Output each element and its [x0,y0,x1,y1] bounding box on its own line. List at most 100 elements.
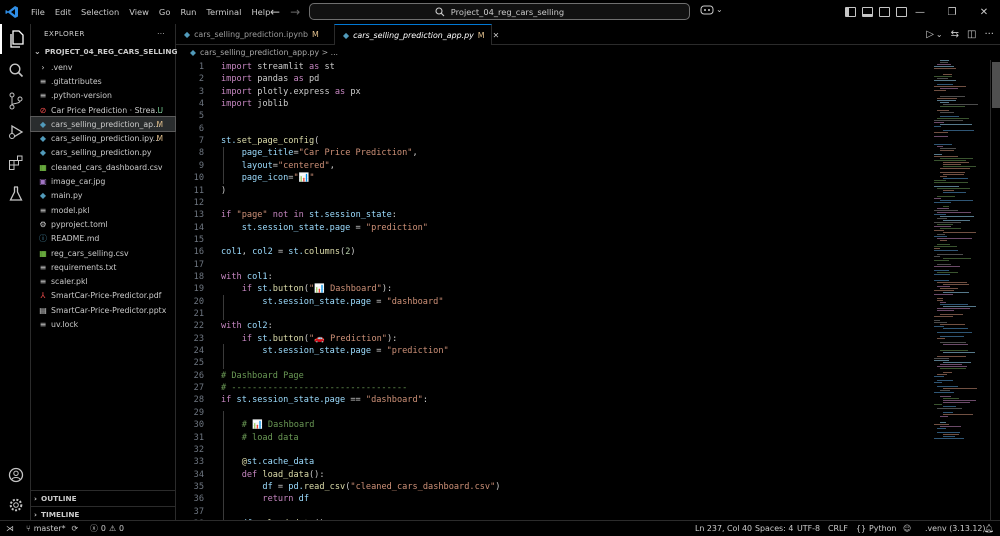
testing-flask-icon[interactable] [0,179,31,209]
minimap-line [937,188,970,189]
minimap-line [937,234,945,235]
file-item[interactable]: ▦ cleaned_cars_dashboard.csv [31,160,175,174]
line-number: 33 [193,457,204,468]
modified-badge: M [312,30,319,39]
search-activity-icon[interactable] [0,55,31,85]
toggle-secondary-sidebar-icon[interactable] [879,7,890,17]
timeline-section[interactable]: › TIMELINE [31,506,176,521]
file-name: Car Price Prediction · Strea... [51,105,163,115]
minimap-line [937,338,945,339]
minimap-line [940,102,949,103]
back-arrow-icon[interactable]: ← [270,5,280,19]
line-endings[interactable]: CRLF [828,521,848,536]
chevron-down-icon[interactable]: ⌄ [936,30,943,39]
scrollbar-thumb[interactable] [992,62,1000,108]
minimap[interactable] [930,60,990,520]
run-file-icon[interactable]: ▷ [926,29,934,40]
project-folder-header[interactable]: ⌄ PROJECT_04_REG_CARS_SELLING [31,44,177,60]
code-text: # 📊 Dashboard [221,419,315,431]
file-item[interactable]: ▤ SmartCar-Price-Predictor.pptx [31,303,175,317]
command-center-search[interactable]: Project_04_reg_cars_selling [309,3,690,20]
minimize-icon[interactable]: — [904,0,936,24]
file-name: scaler.pkl [51,277,88,287]
code-token: ): [381,284,393,295]
remote-indicator-icon[interactable]: ⋊ [6,521,14,536]
run-debug-icon[interactable] [0,117,31,147]
breadcrumb: ◆ cars_selling_prediction_app.py > ... [176,45,1000,60]
file-item[interactable]: ≡ .gitattributes [31,74,175,88]
line-number: 29 [193,407,204,418]
minimap-line [937,118,969,119]
text-file-icon: ≡ [39,91,47,101]
extensions-icon[interactable] [0,148,31,178]
file-item[interactable]: ▣ image_car.jpg [31,174,175,188]
toggle-panel-icon[interactable] [862,7,873,17]
tab-cars-selling-prediction-ipynb[interactable]: ◆ cars_selling_prediction.ipynb M [176,24,334,45]
tab-cars-selling-prediction-app-py[interactable]: ◆ cars_selling_prediction_app.py M ✕ [334,24,499,45]
minimap-line [934,68,956,69]
minimap-line [940,106,965,107]
compare-changes-icon[interactable]: ⇆ [951,29,959,40]
code-token: "prediction" [386,346,449,357]
file-item[interactable]: ⓘ README.md [31,232,175,246]
cursor-position[interactable]: Ln 237, Col 40 [695,521,752,536]
more-actions-icon[interactable]: ··· [157,24,165,44]
menu-selection[interactable]: Selection [76,0,124,24]
code-editor[interactable]: 1 import streamlit as st 2 import pandas as… [176,60,930,520]
settings-gear-icon[interactable] [0,490,31,520]
file-item[interactable]: ◆ cars_selling_prediction_ap... M [30,116,176,133]
breadcrumb-text[interactable]: cars_selling_prediction_app.py > ... [200,48,338,57]
code-line: 17 [176,259,930,271]
jupyter-icon: ◆ [184,30,191,39]
file-item[interactable]: › .venv [31,60,175,74]
problems-indicator[interactable]: ⓧ 0 ⚠ 0 [90,521,124,536]
menu-view[interactable]: View [124,0,154,24]
file-item[interactable]: ≡ requirements.txt [31,260,175,274]
line-number: 20 [193,296,204,307]
explorer-icon[interactable] [0,24,31,54]
encoding[interactable]: UTF-8 [797,521,820,536]
menu-run[interactable]: Run [175,0,201,24]
notifications-bell-icon[interactable]: 🔔︎ [984,521,994,536]
toggle-primary-sidebar-icon[interactable] [845,7,856,17]
more-actions-icon[interactable]: ··· [984,29,994,40]
file-item[interactable]: ⚙ pyproject.toml [31,217,175,231]
file-item[interactable]: ≡ .python-version [31,89,175,103]
restore-icon[interactable]: ❐ [936,0,968,24]
forward-arrow-icon[interactable]: → [290,5,300,19]
menu-terminal[interactable]: Terminal [201,0,246,24]
vertical-scrollbar[interactable] [990,60,1000,520]
minimap-line [940,216,974,217]
file-item[interactable]: ▦ reg_cars_selling.csv [31,246,175,260]
file-item[interactable]: ≡ uv.lock [31,317,175,331]
branch-indicator[interactable]: ⑂ master* ⟳ [26,521,78,536]
file-item[interactable]: ◆ cars_selling_prediction.py [31,146,175,160]
code-token: "📊 Dashboard" [309,284,382,295]
code-token: pd. [288,481,304,492]
split-editor-icon[interactable]: ◫ [967,29,976,40]
source-control-icon[interactable] [0,86,31,116]
python-interpreter[interactable]: .venv (3.13.12) [925,521,986,536]
language-mode[interactable]: {} Python [856,521,896,536]
git-branch-icon: ⑂ [26,524,31,533]
file-item[interactable]: ◆ cars_selling_prediction.ipy... M [31,131,175,145]
account-icon[interactable] [0,460,31,490]
close-tab-icon[interactable]: ✕ [493,31,500,40]
indentation[interactable]: Spaces: 4 [755,521,793,536]
copilot-status-icon[interactable]: ☺ [903,521,911,536]
file-name: .venv [51,62,73,72]
copilot-button[interactable]: ⌄ [700,4,723,15]
file-item[interactable]: ◆ main.py [31,189,175,203]
file-item[interactable]: ⊘ Car Price Prediction · Strea... U [31,103,175,117]
menu-edit[interactable]: Edit [50,0,76,24]
file-name: .python-version [51,91,112,101]
close-icon[interactable]: ✕ [968,0,1000,24]
file-item[interactable]: ≡ scaler.pkl [31,274,175,288]
file-item[interactable]: ⅄ SmartCar-Price-Predictor.pdf [31,289,175,303]
outline-section[interactable]: › OUTLINE [31,490,176,505]
editor-actions: ▷ ⌄ ⇆ ◫ ··· [926,24,994,45]
file-item[interactable]: ≡ model.pkl [31,203,175,217]
menu-go[interactable]: Go [154,0,176,24]
minimap-line [940,88,958,89]
menu-file[interactable]: File [26,0,50,24]
